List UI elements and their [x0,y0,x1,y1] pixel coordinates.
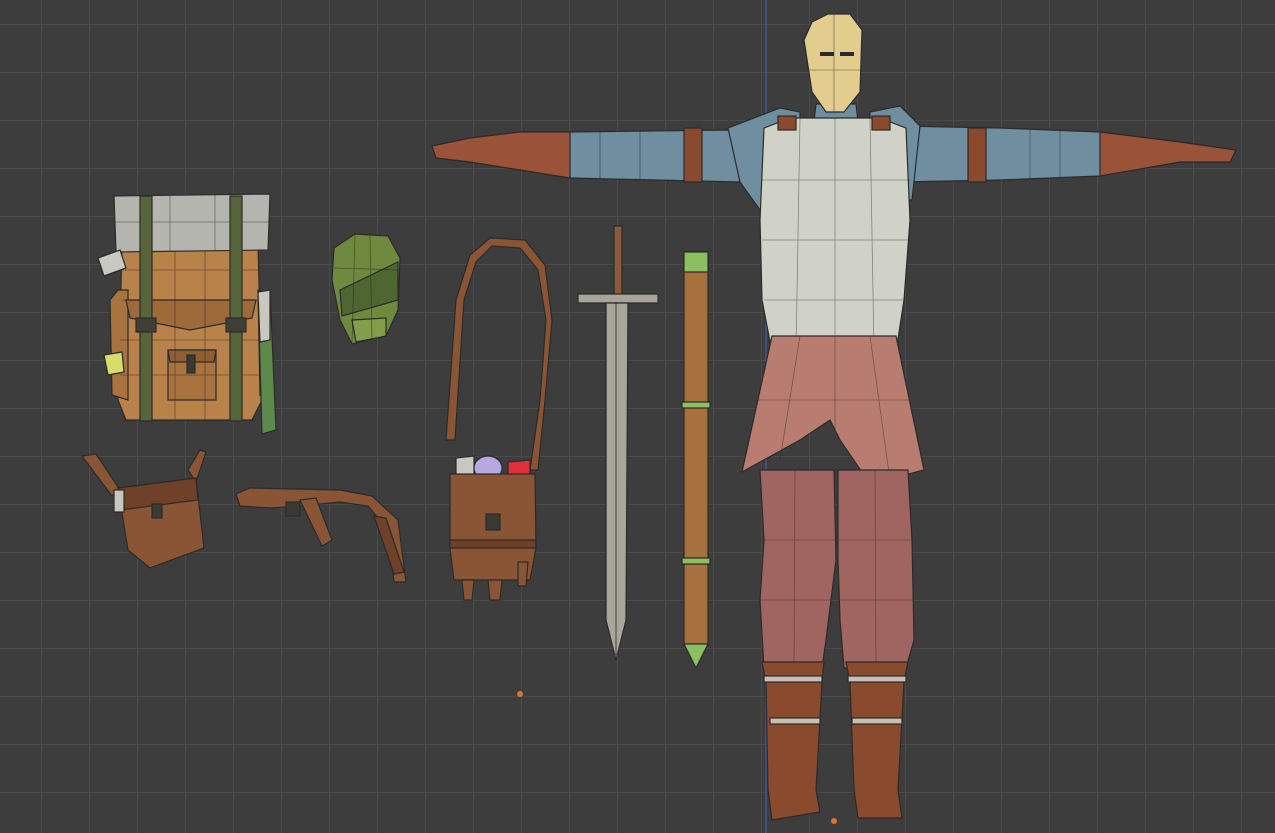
helmet[interactable] [331,233,401,345]
object-origin[interactable] [517,691,523,697]
sword[interactable] [577,225,659,661]
scene-objects[interactable] [0,0,1275,833]
backpack[interactable] [97,193,277,435]
scabbard[interactable] [681,251,711,670]
belt[interactable] [235,487,407,583]
pouch[interactable] [80,449,207,569]
object-origin[interactable] [831,818,837,824]
character[interactable] [431,13,1237,821]
shoulder-bag[interactable] [445,237,553,601]
3d-viewport[interactable] [0,0,1275,833]
